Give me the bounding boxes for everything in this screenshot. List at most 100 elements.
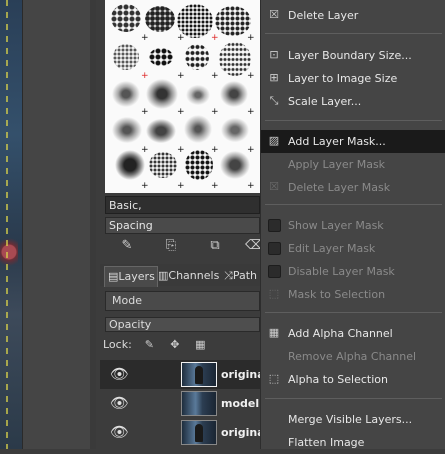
fit-icon: ⊞: [269, 71, 279, 84]
spacing-label: Spacing: [109, 219, 153, 232]
layer-name[interactable]: model: [221, 389, 259, 418]
menu-item-label: Delete Layer: [288, 9, 359, 22]
lock-position-icon[interactable]: ✥: [167, 336, 183, 354]
menu-item-layer-to-image-size[interactable]: ⊞ Layer to Image Size: [261, 67, 445, 90]
channels-tab-icon: ▥: [158, 269, 169, 282]
layer-thumbnail: [181, 362, 217, 387]
brush-preview[interactable]: [111, 4, 141, 32]
menu-item-label: Merge Visible Layers...: [288, 413, 413, 426]
menu-item-merge-visible-layers[interactable]: Merge Visible Layers...: [261, 408, 445, 431]
menu-item-label: Show Layer Mask: [288, 219, 384, 232]
scale-icon: ⤡: [269, 94, 279, 107]
lock-row: Lock: ✎ ✥ ▦: [103, 336, 208, 354]
duplicate-brush-icon[interactable]: ⧉: [207, 238, 223, 254]
checkbox-icon: [268, 265, 281, 278]
menu-item-remove-alpha-channel[interactable]: Remove Alpha Channel: [261, 345, 445, 368]
visibility-eye-icon[interactable]: 👁: [110, 366, 130, 382]
dock-gutter: [22, 0, 95, 449]
menu-item-disable-layer-mask[interactable]: Disable Layer Mask: [261, 260, 445, 283]
menu-item-label: Scale Layer...: [288, 95, 362, 108]
delete-brush-icon[interactable]: ⌫: [245, 238, 263, 254]
brush-preview[interactable]: [113, 44, 139, 70]
menu-item-scale-layer[interactable]: ⤡ Scale Layer...: [261, 90, 445, 113]
menu-item-label: Add Alpha Channel: [288, 327, 393, 340]
menu-item-label: Remove Alpha Channel: [288, 350, 417, 363]
visibility-eye-icon[interactable]: 👁: [110, 424, 130, 440]
brush-preview[interactable]: [185, 150, 213, 180]
brush-preview[interactable]: [149, 48, 173, 66]
brush-preview[interactable]: [149, 152, 177, 178]
tab-paths-label: Path: [232, 269, 257, 282]
menu-item-label: Disable Layer Mask: [288, 265, 395, 278]
menu-item-edit-layer-mask[interactable]: Edit Layer Mask: [261, 237, 445, 260]
menu-item-delete-layer[interactable]: ☒ Delete Layer: [261, 4, 445, 27]
menu-item-layer-boundary-size[interactable]: ⊡ Layer Boundary Size...: [261, 44, 445, 67]
brush-preview[interactable]: [219, 80, 249, 108]
dock-tabs: ▤Layers ▥Channels ⤨Path: [100, 264, 260, 287]
spacing-slider[interactable]: Spacing: [105, 217, 260, 234]
layer-row[interactable]: 👁 origina: [100, 418, 265, 447]
menu-item-label: Flatten Image: [288, 436, 365, 449]
visibility-eye-icon[interactable]: 👁: [110, 395, 130, 411]
brush-preview[interactable]: [183, 114, 213, 144]
brush-preview[interactable]: [111, 80, 141, 108]
checkbox-icon: [268, 219, 281, 232]
dock-scrollbar[interactable]: [90, 0, 96, 449]
brush-toolbar: ✎ ⎘ ⧉ ⌫: [105, 236, 264, 256]
checkbox-icon: [268, 242, 281, 255]
layer-thumbnail: [181, 391, 217, 416]
mode-label: Mode: [112, 294, 142, 307]
brush-preview[interactable]: [185, 44, 209, 70]
tab-paths[interactable]: ⤨Path: [224, 266, 260, 286]
brushes-grid[interactable]: + + + + + + + + + + + + + + + + + + + +: [105, 0, 260, 193]
menu-item-apply-layer-mask[interactable]: Apply Layer Mask: [261, 153, 445, 176]
layer-thumbnail: [181, 420, 217, 445]
delete-icon: ☒: [269, 8, 279, 21]
layers-list: 👁 origina 👁 model 👁 origina: [100, 358, 265, 449]
tab-layers-label: Layers: [118, 270, 155, 283]
selection-icon: ⬚: [268, 287, 280, 300]
canvas-content: [0, 232, 18, 272]
edit-brush-icon[interactable]: ✎: [119, 238, 135, 254]
brush-preview[interactable]: [219, 116, 251, 144]
tab-channels[interactable]: ▥Channels: [158, 266, 222, 286]
image-canvas[interactable]: [0, 0, 22, 449]
menu-item-label: Delete Layer Mask: [288, 181, 391, 194]
layer-name[interactable]: origina: [221, 360, 265, 389]
menu-item-label: Edit Layer Mask: [288, 242, 376, 255]
menu-item-flatten-image[interactable]: Flatten Image: [261, 431, 445, 454]
menu-item-alpha-to-selection[interactable]: ⬚ Alpha to Selection: [261, 368, 445, 391]
tab-layers[interactable]: ▤Layers: [104, 266, 158, 287]
layer-context-menu: ☒ Delete Layer ⊡ Layer Boundary Size... ⊞ L…: [260, 0, 445, 449]
lock-label: Lock:: [103, 338, 132, 351]
new-brush-icon[interactable]: ⎘: [163, 238, 179, 254]
paths-tab-icon: ⤨: [224, 269, 233, 282]
menu-item-delete-layer-mask[interactable]: ☒ Delete Layer Mask: [261, 176, 445, 199]
brush-preview[interactable]: [145, 78, 179, 110]
brush-preview[interactable]: [145, 6, 175, 32]
menu-item-label: Apply Layer Mask: [288, 158, 386, 171]
brush-preview[interactable]: [215, 6, 251, 36]
menu-item-show-layer-mask[interactable]: Show Layer Mask: [261, 214, 445, 237]
layer-row[interactable]: 👁 model: [100, 389, 260, 418]
brush-preview[interactable]: [185, 84, 211, 106]
menu-item-label: Add Layer Mask...: [288, 135, 386, 148]
resize-icon: ⊡: [269, 48, 279, 61]
menu-item-add-layer-mask[interactable]: ▨ Add Layer Mask...: [261, 130, 445, 153]
brush-preview[interactable]: [111, 116, 143, 144]
menu-item-add-alpha-channel[interactable]: ▦ Add Alpha Channel: [261, 322, 445, 345]
menu-item-label: Layer Boundary Size...: [288, 49, 412, 62]
layer-name[interactable]: origina: [221, 418, 265, 447]
mask-icon: ▨: [268, 134, 280, 147]
lock-alpha-icon[interactable]: ▦: [192, 336, 208, 354]
opacity-slider[interactable]: Opacity: [105, 317, 260, 332]
brush-name-field[interactable]: Basic,: [105, 196, 260, 214]
layer-mode-select[interactable]: Mode: [105, 291, 260, 311]
brush-preview[interactable]: [145, 118, 177, 144]
layer-row[interactable]: 👁 origina: [100, 360, 265, 389]
lock-pixels-icon[interactable]: ✎: [141, 336, 157, 354]
menu-item-mask-to-selection[interactable]: ⬚ Mask to Selection: [261, 283, 445, 306]
menu-item-label: Mask to Selection: [288, 288, 386, 301]
delete-icon: ☒: [269, 180, 279, 193]
menu-item-label: Layer to Image Size: [288, 72, 398, 85]
